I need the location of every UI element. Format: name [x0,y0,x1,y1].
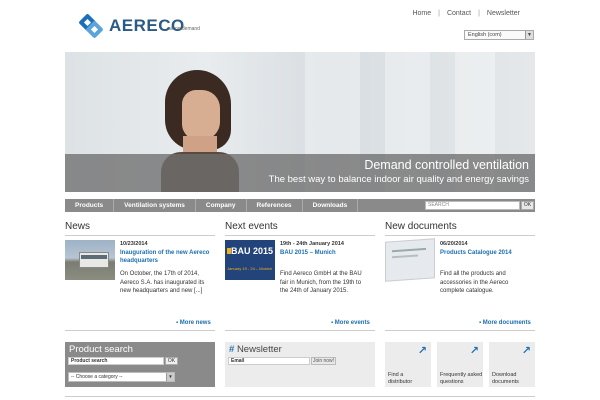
brand-tagline: air on demand [168,26,200,32]
document-date: 06/20/2014 [440,241,468,247]
category-value: -- Choose a category -- [71,374,123,380]
hero-subheadline: The best way to balance indoor air quali… [268,174,529,185]
news-date: 10/23/2014 [120,241,148,247]
aereco-logo-icon [78,13,104,39]
search-input[interactable]: SEARCH [425,201,520,210]
event-date: 19th - 24th January 2014 [280,241,344,247]
category-select[interactable]: -- Choose a category -- ▼ [68,372,175,382]
quick-link-label: Find a distributor [388,372,413,385]
search-button[interactable]: OK [521,201,534,210]
more-events-link[interactable]: ▪ More events [331,320,370,326]
product-search-box: Product search Product search OK -- Choo… [65,342,215,387]
product-search-input[interactable]: Product search [68,357,164,365]
quick-link-faq[interactable]: ↗ Frequently asked questions [437,342,483,387]
more-news-link[interactable]: ▪ More news [176,320,211,326]
news-body: On October, the 17th of 2014, Aereco S.A… [120,271,205,294]
news-headline[interactable]: Inauguration of the new Aereco headquart… [120,249,215,265]
quick-link-downloads[interactable]: ↗ Download documents [489,342,535,387]
newsletter-title: # Newsletter [229,344,282,355]
hero-banner: Demand controlled ventilation The best w… [65,52,535,192]
more-documents-link[interactable]: ▪ More documents [479,320,531,326]
arrow-up-right-icon: ↗ [417,345,427,357]
contact-link[interactable]: Contact [440,10,478,17]
event-headline[interactable]: BAU 2015 – Munich [280,249,375,257]
chevron-down-icon: ▼ [525,31,533,39]
document-headline[interactable]: Products Catalogue 2014 [440,249,535,257]
quick-link-distributor[interactable]: ↗ Find a distributor [385,342,431,387]
event-thumbnail[interactable]: BAU 2015 January 19 - 24 – Munich [225,240,275,280]
documents-title: New documents [385,221,457,232]
nav-item-references[interactable]: References [247,199,303,212]
document-body: Find all the products and accessories in… [440,271,509,294]
home-link[interactable]: Home [405,10,438,17]
news-thumbnail[interactable] [65,240,115,280]
event-body: Find Aereco GmbH at the BAU fair in Muni… [280,271,362,294]
hero-headline: Demand controlled ventilation [364,158,529,172]
email-field[interactable]: Email [228,357,310,365]
nav-item-downloads[interactable]: Downloads [303,199,359,212]
product-search-title: Product search [69,344,133,355]
newsletter-link[interactable]: Newsletter [480,10,527,17]
main-nav: Products Ventilation systems Company Ref… [65,199,535,212]
news-title: News [65,221,91,232]
language-value: English (com) [468,32,502,38]
join-button[interactable]: Join now! [311,357,336,365]
hash-icon: # [229,344,235,355]
events-title: Next events [225,221,278,232]
arrow-up-right-icon: ↗ [521,345,531,357]
product-search-button[interactable]: OK [165,357,178,365]
event-thumb-dates: January 19 - 24 – Munich [227,266,273,271]
nav-item-products[interactable]: Products [65,199,115,212]
chevron-down-icon: ▼ [166,373,174,381]
arrow-up-right-icon: ↗ [469,345,479,357]
quick-link-label: Download documents [492,372,519,385]
event-thumb-title: BAU 2015 [231,246,274,256]
nav-item-ventilation-systems[interactable]: Ventilation systems [114,199,196,212]
document-thumbnail[interactable] [385,238,435,282]
nav-item-company[interactable]: Company [196,199,247,212]
language-select[interactable]: English (com) ▼ [464,30,534,40]
newsletter-box: # Newsletter Email Join now! [225,342,375,387]
quick-link-label: Frequently asked questions [440,372,483,385]
top-links: Home | Contact | Newsletter [405,10,527,17]
